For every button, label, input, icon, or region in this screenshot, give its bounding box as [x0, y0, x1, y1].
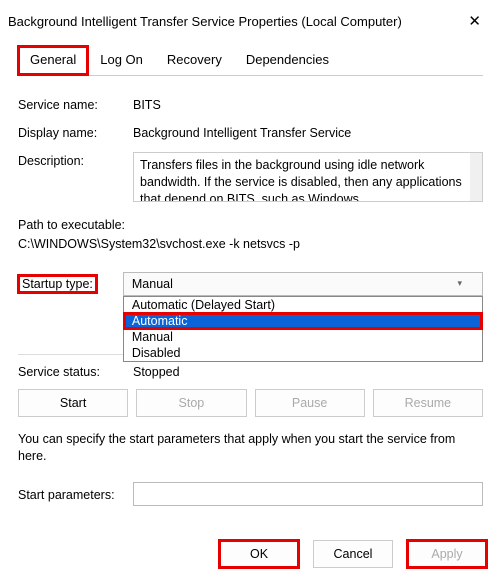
description-box[interactable]: Transfers files in the background using … [133, 152, 483, 202]
pause-button: Pause [255, 389, 365, 417]
chevron-down-icon: ▾ [457, 278, 462, 289]
display-name-label: Display name: [18, 124, 133, 140]
path-value: C:\WINDOWS\System32\svchost.exe -k netsv… [18, 235, 483, 254]
option-automatic[interactable]: Automatic [124, 313, 482, 329]
option-disabled[interactable]: Disabled [124, 345, 482, 361]
resume-button: Resume [373, 389, 483, 417]
tab-dependencies[interactable]: Dependencies [234, 46, 341, 75]
service-name-label: Service name: [18, 96, 133, 112]
startup-type-value: Manual [132, 277, 173, 291]
startup-type-dropdown: Automatic (Delayed Start) Automatic Manu… [123, 296, 483, 362]
service-status-label: Service status: [18, 363, 133, 379]
description-label: Description: [18, 152, 133, 168]
tab-recovery[interactable]: Recovery [155, 46, 234, 75]
cancel-button[interactable]: Cancel [313, 540, 393, 568]
startup-type-combo[interactable]: Manual ▾ [123, 272, 483, 296]
service-name-value: BITS [133, 96, 483, 112]
start-params-hint: You can specify the start parameters tha… [18, 431, 483, 466]
tab-general[interactable]: General [18, 46, 88, 75]
service-status-value: Stopped [133, 363, 483, 379]
window-title: Background Intelligent Transfer Service … [8, 14, 402, 29]
option-automatic-delayed[interactable]: Automatic (Delayed Start) [124, 297, 482, 313]
tab-bar: General Log On Recovery Dependencies [18, 46, 483, 76]
path-label: Path to executable: [18, 216, 483, 235]
start-params-label: Start parameters: [18, 486, 133, 502]
apply-button: Apply [407, 540, 487, 568]
startup-type-label: Startup type: [18, 275, 97, 293]
start-params-input[interactable] [133, 482, 483, 506]
stop-button: Stop [136, 389, 246, 417]
display-name-value: Background Intelligent Transfer Service [133, 124, 483, 140]
ok-button[interactable]: OK [219, 540, 299, 568]
option-manual[interactable]: Manual [124, 329, 482, 345]
tab-log-on[interactable]: Log On [88, 46, 155, 75]
start-button[interactable]: Start [18, 389, 128, 417]
close-icon[interactable]: ✕ [460, 8, 489, 34]
